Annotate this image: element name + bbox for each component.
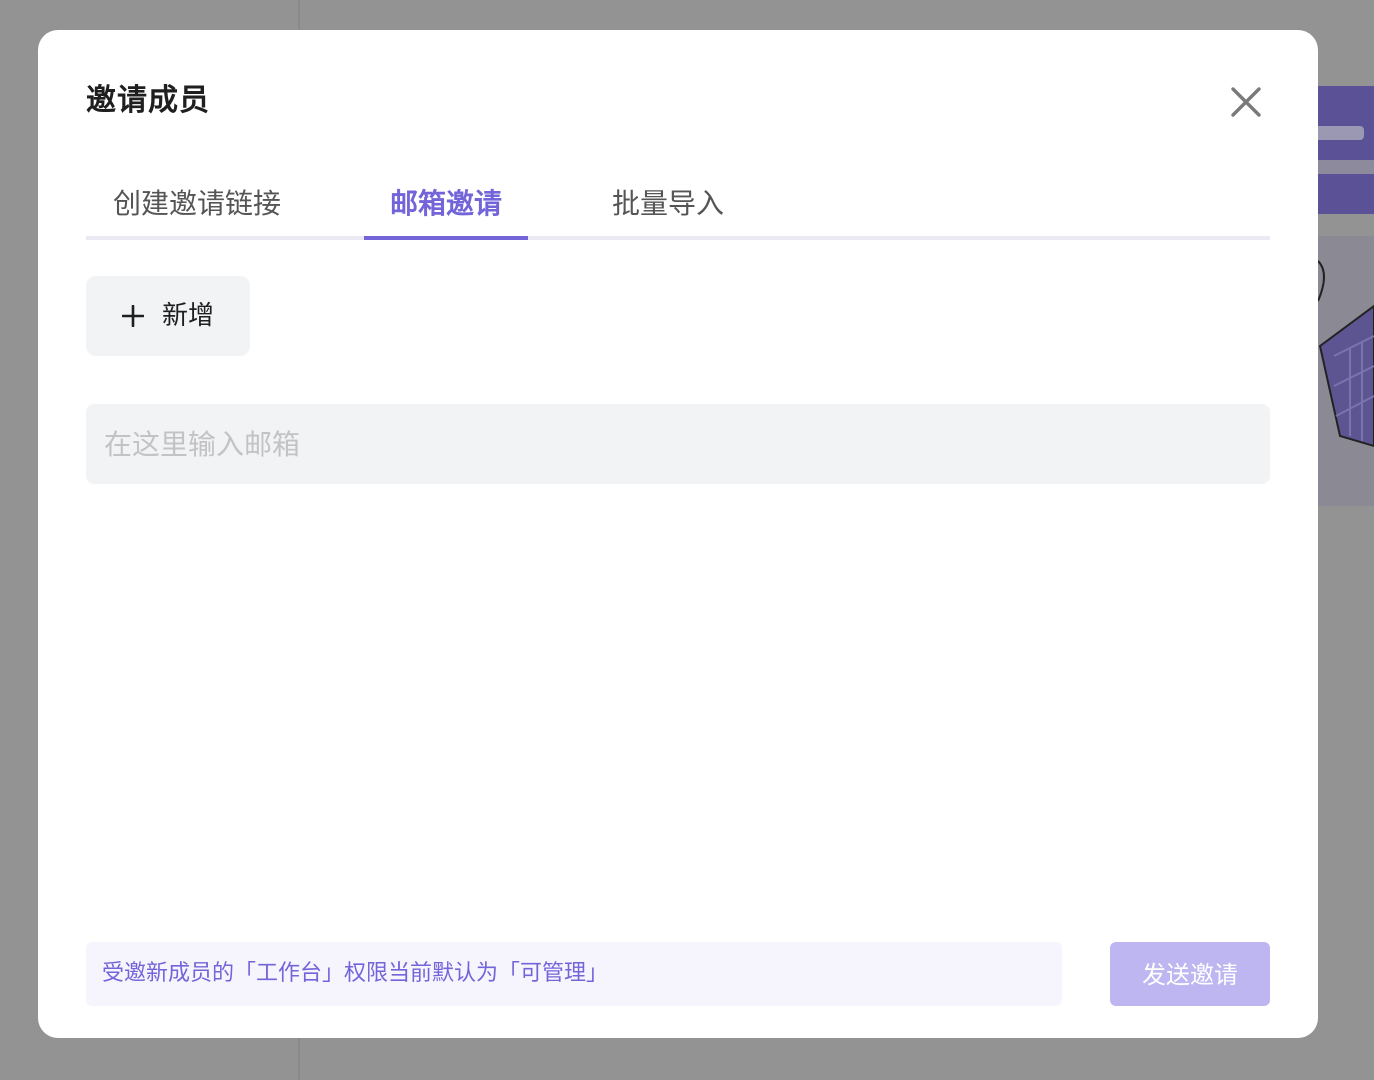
tab-create-invite-link[interactable]: 创建邀请链接	[86, 180, 308, 236]
add-email-button[interactable]: 新增	[86, 276, 250, 356]
permission-notice: 受邀新成员的「工作台」权限当前默认为「可管理」	[86, 942, 1062, 1006]
dialog-title: 邀请成员	[86, 83, 210, 118]
close-button[interactable]	[1224, 80, 1268, 124]
send-invite-button[interactable]: 发送邀请	[1110, 942, 1270, 1006]
invite-tabs: 创建邀请链接 邮箱邀请 批量导入	[86, 180, 1270, 240]
add-button-label: 新增	[162, 301, 215, 331]
tab-email-invite[interactable]: 邮箱邀请	[364, 180, 528, 236]
plus-icon	[122, 305, 144, 327]
invite-members-dialog: 邀请成员 创建邀请链接 邮箱邀请 批量导入 新增 受邀新成员的「工作台」权限当前…	[38, 30, 1318, 1038]
active-tab-indicator	[364, 236, 528, 240]
close-icon	[1231, 87, 1261, 117]
email-input[interactable]	[86, 404, 1270, 484]
tab-bulk-import[interactable]: 批量导入	[586, 180, 750, 236]
